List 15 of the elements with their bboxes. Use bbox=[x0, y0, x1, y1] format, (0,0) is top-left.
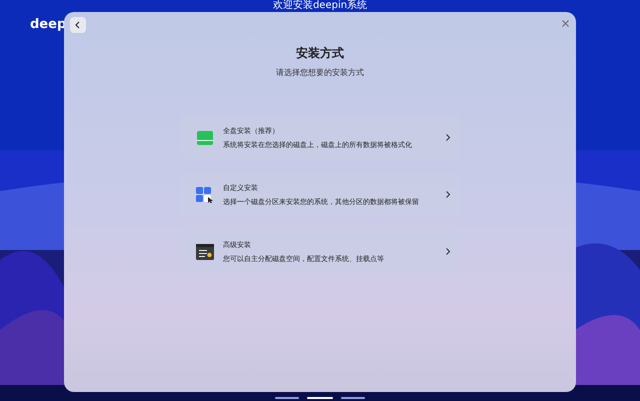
back-button[interactable] bbox=[70, 17, 86, 33]
close-button[interactable] bbox=[559, 17, 571, 29]
page-indicator[interactable] bbox=[341, 397, 365, 399]
drive-icon bbox=[196, 130, 214, 144]
back-icon bbox=[74, 21, 82, 29]
close-icon bbox=[562, 20, 568, 26]
terminal-settings-icon bbox=[196, 244, 214, 260]
page-indicator[interactable] bbox=[307, 397, 333, 399]
dialog-title: 安装方式 bbox=[296, 45, 344, 62]
chevron-icon bbox=[446, 191, 450, 198]
chevron-icon bbox=[446, 134, 450, 141]
page-indicator[interactable] bbox=[275, 397, 299, 399]
chevron-icon bbox=[446, 248, 450, 255]
dialog-subtitle: 请选择您想要的安装方式 bbox=[276, 67, 364, 78]
grid-cursor-icon bbox=[196, 186, 214, 202]
